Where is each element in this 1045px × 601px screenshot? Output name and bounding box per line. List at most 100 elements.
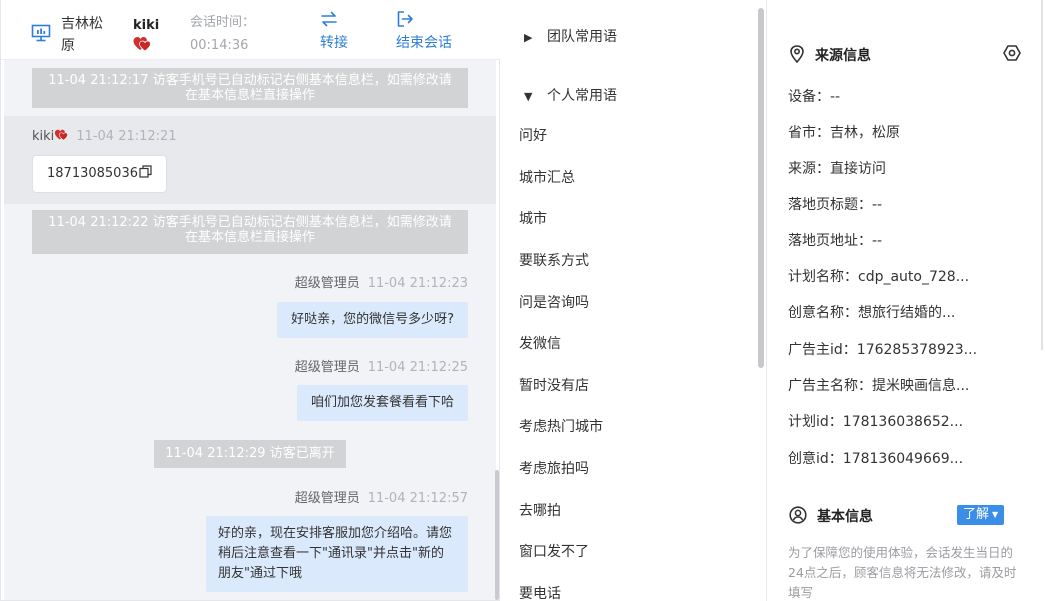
row-value: 想旅行结婚的... (858, 305, 956, 321)
row-label: 省市： (788, 125, 830, 141)
info-row-source: 来源：直接访问 (788, 159, 886, 179)
chat-header: 吉林松原 kiki 会话时间： 00:14:36 转接 结束会话 (1, 0, 501, 60)
learn-label: 了解 (963, 507, 990, 522)
phrase-item[interactable]: 考虑热门城市 (519, 417, 603, 437)
row-label: 来源： (788, 161, 830, 177)
visitor-info-panel: 来源信息 设备：-- 省市：吉林，松原 来源：直接访问 落地页标题：-- 落地页… (766, 0, 1045, 601)
phrase-item[interactable]: 要电话 (519, 584, 561, 601)
visitor-location: 吉林松原 (61, 16, 103, 54)
caret-right-icon: ▶ (524, 31, 533, 44)
settings-icon[interactable] (1003, 44, 1021, 62)
info-row-landing-url: 落地页地址：-- (788, 231, 882, 251)
row-label: 创意名称： (788, 305, 858, 321)
basic-info-note: 为了保障您的使用体验，会话发生当日的24点之后，顾客信息将无法修改，请及时填写 (788, 545, 1017, 600)
info-row-advertiser-name: 广告主名称：提米映画信息... (788, 376, 969, 396)
outgoing-bubble[interactable]: 好哒亲，您的微信号多少呀? (277, 302, 468, 338)
transfer-icon (321, 11, 337, 27)
info-row-plan-id: 计划id：178136038652... (788, 412, 963, 432)
monitor-icon (31, 24, 51, 42)
copy-icon[interactable] (139, 165, 152, 178)
info-row-creative-name: 创意名称：想旅行结婚的... (788, 303, 955, 323)
phrase-item[interactable]: 窗口发不了 (519, 542, 589, 562)
sender-name: kiki (32, 129, 55, 144)
message-meta: kiki 11-04 21:12:21 (32, 129, 177, 145)
row-label: 创意id： (788, 451, 843, 467)
row-label: 广告主名称： (788, 378, 872, 394)
caret-down-icon: ▼ (524, 90, 533, 103)
phrases-scrollbar[interactable] (758, 8, 764, 368)
source-info-label: 来源信息 (815, 48, 871, 64)
visitor-left-notice: 11-04 21:12:29 访客已离开 (154, 440, 346, 468)
source-info-title: 来源信息 (789, 45, 871, 66)
session-time-value: 00:14:36 (190, 38, 249, 53)
heart-icon (55, 129, 69, 141)
heart-icon (133, 37, 151, 52)
phrase-item[interactable]: 考虑旅拍吗 (519, 459, 589, 479)
location-pin-icon (790, 45, 804, 63)
sender-name: 超级管理员 (294, 491, 360, 506)
row-label: 计划名称： (788, 269, 858, 285)
user-circle-icon (789, 506, 807, 524)
row-value: 吉林，松原 (830, 125, 900, 141)
chat-messages[interactable]: 11-04 21:12:17 访客手机号已自动标记右侧基本信息栏，如需修改请在基… (4, 60, 496, 600)
sender-name: 超级管理员 (294, 276, 360, 291)
row-value: 178136049669... (842, 451, 964, 467)
message-time: 11-04 21:12:23 (367, 276, 468, 291)
group-label: 团队常用语 (547, 29, 617, 45)
phrase-item[interactable]: 城市汇总 (519, 168, 575, 188)
info-row-plan-name: 计划名称：cdp_auto_728... (788, 267, 969, 287)
transfer-label: 转接 (320, 35, 348, 51)
group-personal-phrases[interactable]: ▼ 个人常用语 (524, 86, 617, 107)
message-text: 18713085036 (47, 166, 138, 181)
chat-panel: 吉林松原 kiki 会话时间： 00:14:36 转接 结束会话 11-04 2… (0, 0, 501, 601)
info-scrollbar[interactable] (1041, 0, 1043, 350)
row-label: 落地页地址： (788, 233, 872, 249)
outgoing-bubble[interactable]: 咱们加您发套餐看看下哈 (296, 385, 468, 421)
system-notice: 11-04 21:12:22 访客手机号已自动标记右侧基本信息栏，如需修改请在基… (32, 210, 468, 254)
system-notice: 11-04 21:12:17 访客手机号已自动标记右侧基本信息栏，如需修改请在基… (32, 68, 468, 108)
message-time: 11-04 21:12:21 (76, 129, 177, 144)
phrase-item[interactable]: 暂时没有店 (519, 376, 589, 396)
phrase-item[interactable]: 城市 (519, 209, 547, 229)
caret-down-icon: ▼ (992, 510, 999, 519)
row-label: 计划id： (788, 414, 843, 430)
row-value: cdp_auto_728... (858, 269, 970, 285)
row-label: 设备： (788, 89, 830, 105)
sender-name: 超级管理员 (294, 360, 360, 375)
phrase-item[interactable]: 发微信 (519, 334, 561, 354)
message-time: 11-04 21:12:25 (367, 360, 468, 375)
phrase-item[interactable]: 去哪拍 (519, 501, 561, 521)
basic-info-label: 基本信息 (817, 509, 873, 525)
outgoing-bubble[interactable]: 好的亲，现在安排客服加您介绍哈。请您稍后注意查看一下"通讯录"并点击"新的朋友"… (206, 516, 468, 592)
end-session-label: 结束会话 (396, 35, 452, 51)
phrase-item[interactable]: 要联系方式 (519, 251, 589, 271)
visitor-name: kiki (133, 18, 160, 33)
row-value: 176285378923... (856, 342, 978, 358)
basic-info-title: 基本信息 (789, 506, 873, 527)
row-value: 提米映画信息... (872, 378, 970, 394)
incoming-bubble[interactable]: 18713085036 (32, 155, 167, 193)
row-value: 直接访问 (830, 161, 886, 177)
info-row-landing-title: 落地页标题：-- (788, 195, 882, 215)
phrase-item[interactable]: 问好 (519, 126, 547, 146)
session-time-label: 会话时间： (190, 15, 256, 30)
message-time: 11-04 21:12:57 (367, 491, 468, 506)
row-label: 落地页标题： (788, 197, 872, 213)
end-session-button[interactable]: 结束会话 (396, 10, 452, 52)
transfer-button[interactable]: 转接 (320, 10, 348, 52)
row-value: 178136038652... (842, 414, 964, 430)
logout-icon (397, 11, 413, 27)
info-row-creative-id: 创意id：178136049669... (788, 449, 963, 469)
common-phrases-panel: ▶ 团队常用语 ▼ 个人常用语 问好 城市汇总 城市 要联系方式 问是咨询吗 发微信… (502, 0, 764, 601)
learn-more-dropdown[interactable]: 了解 ▼ (957, 505, 1005, 525)
info-row-device: 设备：-- (788, 87, 840, 107)
message-meta: 超级管理员 11-04 21:12:57 (295, 491, 468, 507)
info-row-advertiser-id: 广告主id：176285378923... (788, 340, 977, 360)
phrase-item[interactable]: 问是咨询吗 (519, 293, 589, 313)
group-label: 个人常用语 (547, 88, 617, 104)
message-meta: 超级管理员 11-04 21:12:25 (295, 360, 468, 376)
incoming-message: kiki 11-04 21:12:21 18713085036 (4, 116, 496, 204)
group-team-phrases[interactable]: ▶ 团队常用语 (524, 27, 617, 48)
chat-scrollbar[interactable] (495, 470, 499, 600)
row-label: 广告主id： (788, 342, 857, 358)
